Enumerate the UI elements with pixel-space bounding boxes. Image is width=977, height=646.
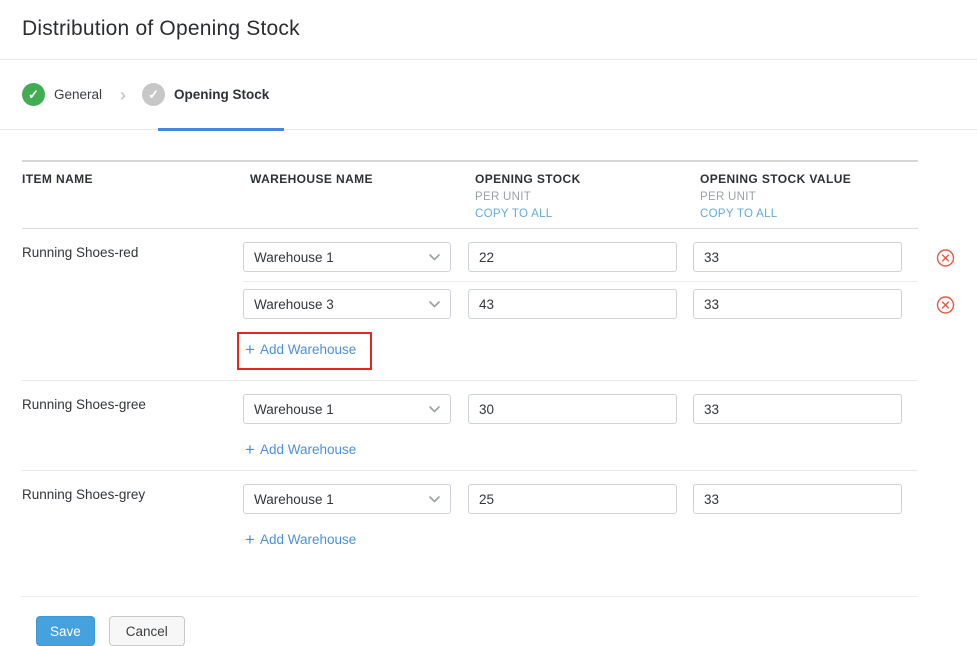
opening-stock-input[interactable] (468, 484, 677, 514)
col-header-opening-stock-value: OPENING STOCK VALUE (700, 172, 918, 186)
delete-warehouse-row-button[interactable] (936, 296, 955, 315)
step-opening-stock-label: Opening Stock (174, 87, 269, 102)
add-warehouse-button[interactable]: + Add Warehouse (245, 441, 356, 458)
col-header-item-name: ITEM NAME (22, 172, 250, 186)
page-title: Distribution of Opening Stock (22, 17, 977, 41)
warehouse-select[interactable]: Warehouse 3 (243, 289, 451, 319)
warehouse-select-value: Warehouse 1 (254, 402, 334, 417)
table-header-row: ITEM NAME WAREHOUSE NAME OPENING STOCK P… (22, 162, 918, 229)
item-name: Running Shoes-red (22, 235, 243, 370)
warehouse-entry: Warehouse 3 (243, 281, 918, 328)
chevron-right-icon: › (120, 86, 126, 104)
warehouse-entry: Warehouse 1 (243, 387, 918, 433)
check-icon: ✓ (22, 83, 45, 106)
active-tab-underline (158, 128, 284, 131)
page-header: Distribution of Opening Stock (0, 0, 977, 60)
opening-stock-table: ITEM NAME WAREHOUSE NAME OPENING STOCK P… (22, 160, 918, 560)
chevron-down-icon (429, 301, 440, 308)
opening-stock-value-input[interactable] (693, 289, 902, 319)
table-row: Running Shoes-red Warehouse 1 (22, 229, 918, 381)
col-subheader-per-unit: PER UNIT (700, 191, 918, 203)
step-opening-stock[interactable]: ✓ Opening Stock (142, 83, 269, 106)
chevron-down-icon (429, 254, 440, 261)
footer-buttons: Save Cancel (36, 616, 977, 646)
opening-stock-value-input[interactable] (693, 484, 902, 514)
add-warehouse-label: Add Warehouse (260, 532, 356, 547)
add-warehouse-button[interactable]: + Add Warehouse (245, 531, 356, 548)
opening-stock-input[interactable] (468, 242, 677, 272)
warehouse-entry: Warehouse 1 (243, 477, 918, 523)
plus-icon: + (245, 341, 255, 358)
annotation-highlight-box: + Add Warehouse (237, 332, 372, 370)
copy-to-all-opening-stock-link[interactable]: COPY TO ALL (475, 208, 700, 220)
opening-stock-value-input[interactable] (693, 394, 902, 424)
table-row: Running Shoes-grey Warehouse 1 + Add War… (22, 471, 918, 560)
col-subheader-per-unit: PER UNIT (475, 191, 700, 203)
item-name: Running Shoes-grey (22, 477, 243, 550)
chevron-down-icon (429, 496, 440, 503)
delete-icon (936, 256, 955, 271)
add-warehouse-label: Add Warehouse (260, 442, 356, 457)
chevron-down-icon (429, 406, 440, 413)
col-header-opening-stock: OPENING STOCK (475, 172, 700, 186)
opening-stock-input[interactable] (468, 289, 677, 319)
warehouse-select-value: Warehouse 1 (254, 250, 334, 265)
copy-to-all-opening-stock-value-link[interactable]: COPY TO ALL (700, 208, 918, 220)
warehouse-select-value: Warehouse 3 (254, 297, 334, 312)
stepper: ✓ General › ✓ Opening Stock (0, 60, 977, 130)
add-warehouse-label: Add Warehouse (260, 342, 356, 357)
warehouse-select[interactable]: Warehouse 1 (243, 242, 451, 272)
delete-warehouse-row-button[interactable] (936, 249, 955, 268)
step-general-label: General (54, 87, 102, 102)
plus-icon: + (245, 531, 255, 548)
footer-divider (20, 596, 918, 597)
cancel-button[interactable]: Cancel (109, 616, 185, 646)
save-button[interactable]: Save (36, 616, 95, 646)
warehouse-select[interactable]: Warehouse 1 (243, 394, 451, 424)
warehouse-select[interactable]: Warehouse 1 (243, 484, 451, 514)
check-icon: ✓ (142, 83, 165, 106)
table-row: Running Shoes-gree Warehouse 1 + Add War… (22, 381, 918, 471)
col-header-warehouse-name: WAREHOUSE NAME (250, 172, 475, 186)
warehouse-entry: Warehouse 1 (243, 235, 918, 281)
item-name: Running Shoes-gree (22, 387, 243, 460)
opening-stock-value-input[interactable] (693, 242, 902, 272)
opening-stock-input[interactable] (468, 394, 677, 424)
step-general[interactable]: ✓ General (22, 83, 102, 106)
delete-icon (936, 303, 955, 318)
plus-icon: + (245, 441, 255, 458)
add-warehouse-button[interactable]: + Add Warehouse (245, 341, 356, 358)
warehouse-select-value: Warehouse 1 (254, 492, 334, 507)
